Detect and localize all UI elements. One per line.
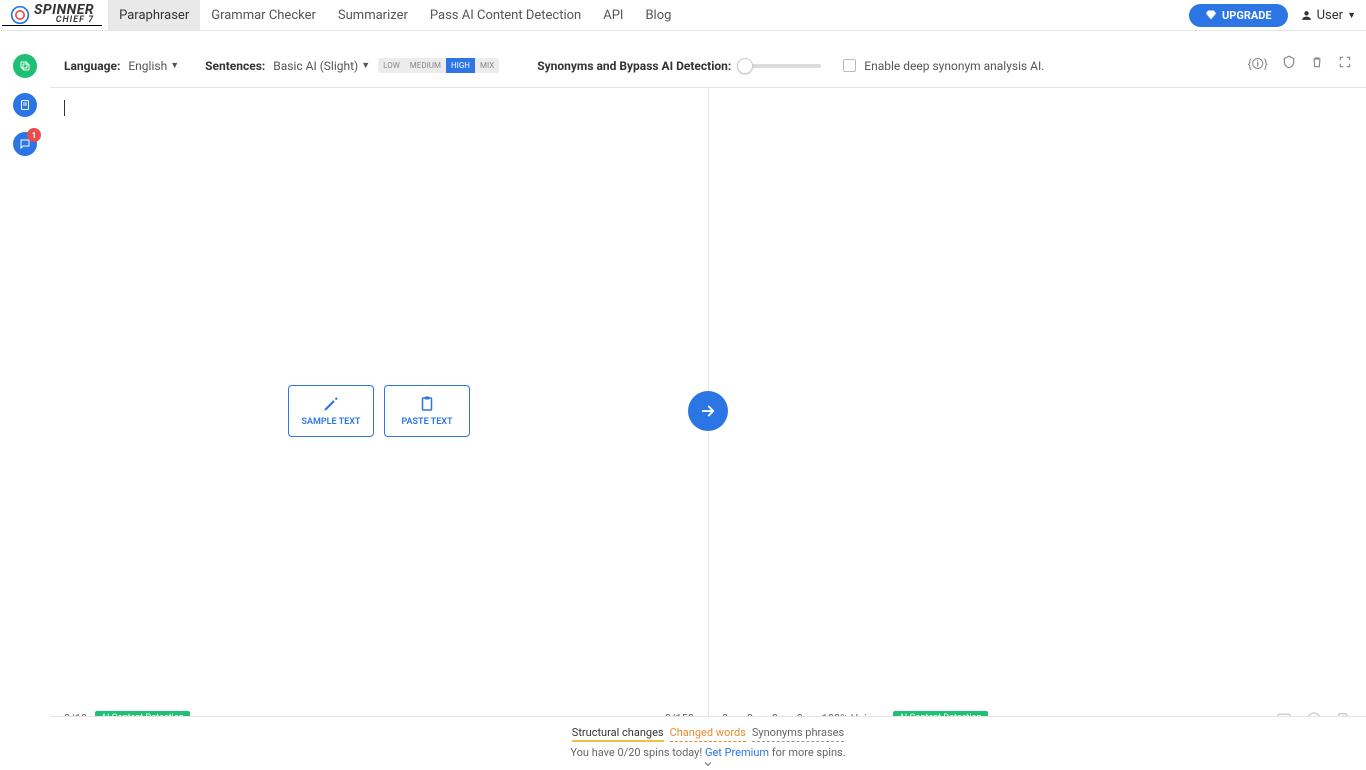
- legend-synonyms: Synonyms phrases: [752, 726, 844, 742]
- document-icon: [19, 99, 31, 111]
- level-low[interactable]: LOW: [378, 58, 405, 73]
- nav-api[interactable]: API: [592, 0, 634, 30]
- sidebar-badge: 1: [27, 128, 41, 142]
- trash-icon[interactable]: [1310, 55, 1324, 76]
- sidebar-copy-button[interactable]: [13, 54, 37, 78]
- clipboard-icon: [418, 395, 436, 413]
- braces-icon[interactable]: {🛈}: [1248, 55, 1268, 76]
- output-pane: [708, 88, 1366, 733]
- sentences-label: Sentences:: [205, 59, 265, 73]
- paste-text-button[interactable]: PASTE TEXT: [384, 385, 470, 437]
- legend-structural: Structural changes: [572, 726, 664, 742]
- pencil-icon: [322, 395, 340, 413]
- sidebar-assistant-button[interactable]: 1: [13, 132, 37, 156]
- nav-grammar-checker[interactable]: Grammar Checker: [200, 0, 327, 30]
- user-label: User: [1317, 8, 1343, 23]
- level-segmented: LOW MEDIUM HIGH MIX: [378, 58, 499, 73]
- shield-icon[interactable]: [1282, 55, 1296, 76]
- nav-blog[interactable]: Blog: [634, 0, 682, 30]
- logo-sub: CHIEF 7: [34, 17, 94, 25]
- nav-summarizer[interactable]: Summarizer: [327, 0, 419, 30]
- sidebar-doc-button[interactable]: [13, 93, 37, 117]
- upgrade-button[interactable]: UPGRADE: [1189, 4, 1288, 27]
- diamond-icon: [1205, 9, 1217, 21]
- fullscreen-icon[interactable]: [1338, 55, 1352, 76]
- synonyms-label: Synonyms and Bypass AI Detection:: [537, 59, 731, 73]
- logo-icon: [10, 5, 30, 25]
- level-high[interactable]: HIGH: [446, 58, 475, 73]
- legend-changed: Changed words: [670, 726, 746, 742]
- center-actions: SAMPLE TEXT PASTE TEXT: [288, 385, 470, 437]
- deep-analysis-label: Enable deep synonym analysis AI.: [864, 59, 1044, 73]
- spins-post: for more spins.: [769, 746, 846, 759]
- sentences-select[interactable]: Basic AI (Slight)▼: [273, 59, 370, 73]
- header: SPINNER CHIEF 7 Paraphraser Grammar Chec…: [0, 0, 1366, 31]
- nav-pass-ai[interactable]: Pass AI Content Detection: [419, 0, 592, 30]
- chevron-down-icon: ▼: [1347, 10, 1356, 21]
- editor-area: SAMPLE TEXT PASTE TEXT 0/10 AI Content D…: [50, 88, 1366, 733]
- level-medium[interactable]: MEDIUM: [405, 58, 446, 73]
- paraphrase-go-button[interactable]: [688, 391, 728, 431]
- logo[interactable]: SPINNER CHIEF 7: [2, 5, 102, 26]
- main: Language: English▼ Sentences: Basic AI (…: [50, 31, 1366, 768]
- upgrade-label: UPGRADE: [1222, 9, 1272, 22]
- arrow-right-icon: [699, 402, 717, 420]
- sample-text-button[interactable]: SAMPLE TEXT: [288, 385, 374, 437]
- deep-analysis-checkbox[interactable]: [843, 59, 856, 72]
- sample-text-label: SAMPLE TEXT: [302, 417, 361, 427]
- slider-thumb[interactable]: [737, 58, 753, 74]
- level-mix[interactable]: MIX: [475, 58, 499, 73]
- legend: Structural changes Changed words Synonym…: [572, 726, 844, 742]
- user-menu[interactable]: User ▼: [1300, 8, 1356, 23]
- footer: Structural changes Changed words Synonym…: [50, 716, 1366, 768]
- paste-text-label: PASTE TEXT: [401, 417, 452, 427]
- expand-chevron[interactable]: ⌄: [701, 751, 714, 770]
- language-label: Language:: [64, 59, 120, 73]
- nav-paraphraser[interactable]: Paraphraser: [108, 0, 200, 30]
- synonyms-slider[interactable]: [739, 64, 821, 68]
- language-select[interactable]: English▼: [128, 59, 179, 73]
- copy-icon: [19, 60, 31, 72]
- sidebar: 1: [0, 46, 50, 156]
- toolbar-icons: {🛈}: [1248, 55, 1352, 76]
- toolbar: Language: English▼ Sentences: Basic AI (…: [50, 44, 1366, 88]
- user-icon: [1300, 9, 1313, 22]
- nav: Paraphraser Grammar Checker Summarizer P…: [108, 0, 682, 30]
- spins-pre: You have 0/20 spins today!: [570, 746, 705, 759]
